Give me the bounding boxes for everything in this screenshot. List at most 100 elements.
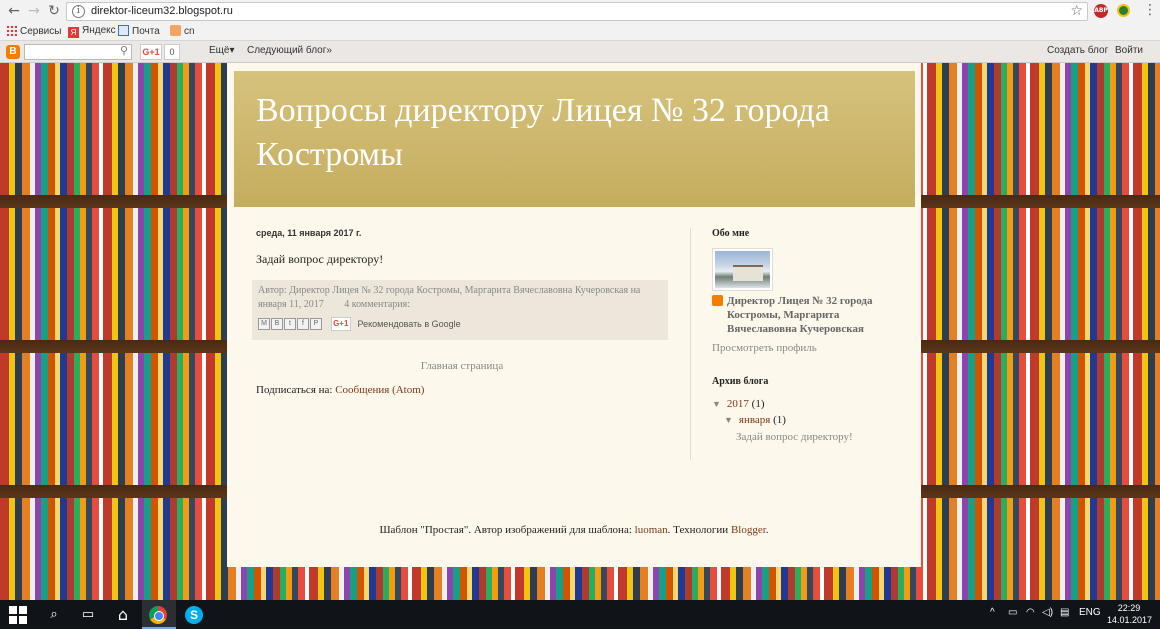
content-outer: Вопросы директору Лицея № 32 города Кост…: [227, 63, 921, 567]
post-footer: Автор: Директор Лицея № 32 города Костро…: [252, 280, 668, 340]
archive-month-count: (1): [773, 414, 786, 426]
bookmark-mail[interactable]: Почта: [118, 25, 160, 37]
clock-date: 14.01.2017: [1107, 615, 1153, 625]
clock-time: 22:29: [1117, 603, 1141, 613]
tray-chevron-icon[interactable]: ^: [990, 607, 995, 618]
sidebar: Обо мне Директор Лицея № 32 города Костр…: [712, 228, 907, 443]
clock[interactable]: 22:29 14.01.2017: [1107, 602, 1153, 626]
blogger-link[interactable]: Blogger: [731, 524, 766, 536]
triangle-down-icon[interactable]: ▼: [724, 415, 733, 425]
home-icon[interactable]: ⌂: [113, 605, 133, 625]
profile-photo[interactable]: [712, 248, 773, 291]
comments-link[interactable]: 4 комментария:: [344, 299, 410, 310]
archive-month-row: ▼ января (1): [724, 414, 786, 426]
facebook-share-icon[interactable]: f: [297, 318, 309, 330]
page-icon: [170, 25, 181, 36]
column-divider: [690, 228, 691, 460]
notification-icon[interactable]: ▤: [1060, 607, 1069, 618]
skype-icon: S: [185, 606, 203, 624]
adblock-icon[interactable]: ABP: [1094, 4, 1108, 18]
subscribe-line: Подписаться на: Сообщения (Atom): [256, 384, 424, 396]
info-icon[interactable]: i: [72, 5, 85, 18]
recommend-google-text: Рекомендовать в Google: [357, 319, 461, 329]
chrome-icon: [149, 606, 167, 624]
bookmark-yandex[interactable]: Я Яндекс: [68, 25, 116, 38]
bookmark-label: Яндекс: [82, 25, 116, 36]
post-timestamp-link[interactable]: января 11, 2017: [258, 299, 324, 310]
back-icon[interactable]: ←: [6, 3, 22, 19]
gplus-share-button[interactable]: G+1: [330, 317, 351, 331]
archive-year-row: ▼ 2017 (1): [712, 398, 765, 410]
post-title: Задай вопрос директору!: [256, 252, 384, 266]
blogthis-share-icon[interactable]: B: [271, 318, 283, 330]
email-share-icon[interactable]: M: [258, 318, 270, 330]
pinterest-share-icon[interactable]: P: [310, 318, 322, 330]
skype-taskbar-button[interactable]: S: [185, 606, 205, 626]
windows-icon: [9, 606, 27, 624]
bookmark-apps[interactable]: Сервисы: [6, 25, 61, 37]
home-page-link[interactable]: Главная страница: [256, 360, 668, 372]
attribution-end: .: [765, 524, 769, 536]
blog-title[interactable]: Вопросы директору Лицея № 32 города Кост…: [256, 89, 896, 177]
author-prefix: Автор:: [258, 285, 287, 296]
task-view-icon[interactable]: ▭: [78, 605, 98, 625]
wifi-icon[interactable]: ◠: [1026, 607, 1035, 618]
bookmark-star-icon[interactable]: ☆: [1070, 3, 1083, 19]
volume-icon[interactable]: ◁): [1042, 607, 1053, 618]
more-menu[interactable]: Ещё▾: [209, 45, 234, 56]
start-button[interactable]: [9, 606, 29, 626]
archive-year-link[interactable]: 2017: [727, 398, 749, 410]
bookmark-label: Почта: [132, 26, 160, 37]
search-icon[interactable]: ⚲: [120, 44, 128, 57]
archive-post-link[interactable]: Задай вопрос директору!: [736, 431, 853, 443]
mail-icon: [118, 25, 129, 36]
bookmark-cn[interactable]: cn: [170, 25, 195, 37]
main-column: среда, 11 января 2017 г. Задай вопрос ди…: [252, 228, 668, 396]
sign-in-link[interactable]: Войти: [1115, 45, 1143, 56]
search-icon[interactable]: ⌕: [44, 605, 64, 625]
attribution-text2: . Технологии: [667, 524, 729, 536]
author-link[interactable]: Директор Лицея № 32 города Костромы, Мар…: [289, 285, 628, 296]
forward-icon[interactable]: →: [26, 3, 42, 19]
gplus-count: 0: [164, 44, 180, 60]
gplus-button[interactable]: G+1: [140, 44, 162, 60]
atom-feed-link[interactable]: Сообщения (Atom): [335, 384, 424, 396]
share-buttons: MBtfP G+1 Рекомендовать в Google: [258, 317, 461, 331]
windows-taskbar: ⌕ ▭ ⌂ S ^ ▭ ◠ ◁) ▤ ENG 22:29 14.01.2017: [0, 600, 1160, 629]
yandex-icon: Я: [68, 27, 79, 38]
bookmark-label: cn: [184, 26, 195, 37]
next-blog-link[interactable]: Следующий блог»: [247, 45, 332, 56]
author-on: на: [630, 285, 641, 296]
triangle-down-icon[interactable]: ▼: [712, 399, 721, 409]
chrome-taskbar-button[interactable]: [149, 606, 169, 626]
create-blog-link[interactable]: Создать блог: [1047, 45, 1108, 56]
attribution-text: Шаблон "Простая". Автор изображений для …: [379, 524, 632, 536]
battery-icon[interactable]: ▭: [1008, 607, 1017, 618]
archive-year-count: (1): [751, 398, 765, 410]
about-me-header: Обо мне: [712, 228, 750, 239]
view-profile-link[interactable]: Просмотреть профиль: [712, 342, 817, 354]
profile-name-link[interactable]: Директор Лицея № 32 города Костромы, Мар…: [727, 294, 907, 336]
bookmark-label: Сервисы: [20, 26, 62, 37]
subscribe-prefix: Подписаться на:: [256, 384, 333, 396]
address-bar[interactable]: i direktor-liceum32.blogspot.ru ☆: [66, 2, 1088, 21]
apps-icon: [6, 25, 17, 36]
post-date: среда, 11 января 2017 г.: [256, 228, 362, 238]
post-author-line: Автор: Директор Лицея № 32 города Костро…: [258, 284, 658, 298]
luoman-link[interactable]: luoman: [635, 524, 668, 536]
blog-search-input[interactable]: ⚲: [24, 44, 132, 60]
archive-header: Архив блога: [712, 376, 769, 387]
blogger-profile-icon: [712, 295, 723, 306]
profile-image: [715, 251, 770, 288]
reload-icon[interactable]: ↻: [46, 3, 62, 19]
menu-icon[interactable]: ⋮: [1143, 2, 1157, 18]
archive-month-link[interactable]: января: [739, 414, 770, 426]
blogger-logo-icon[interactable]: B: [6, 45, 20, 59]
extension-icon[interactable]: [1117, 4, 1130, 17]
url-text[interactable]: direktor-liceum32.blogspot.ru: [91, 5, 233, 17]
post-meta-line: января 11, 2017 4 комментария:: [258, 298, 410, 312]
language-indicator[interactable]: ENG: [1079, 607, 1101, 618]
blog-header: Вопросы директору Лицея № 32 города Кост…: [234, 71, 915, 207]
twitter-share-icon[interactable]: t: [284, 318, 296, 330]
attribution: Шаблон "Простая". Автор изображений для …: [227, 524, 921, 536]
